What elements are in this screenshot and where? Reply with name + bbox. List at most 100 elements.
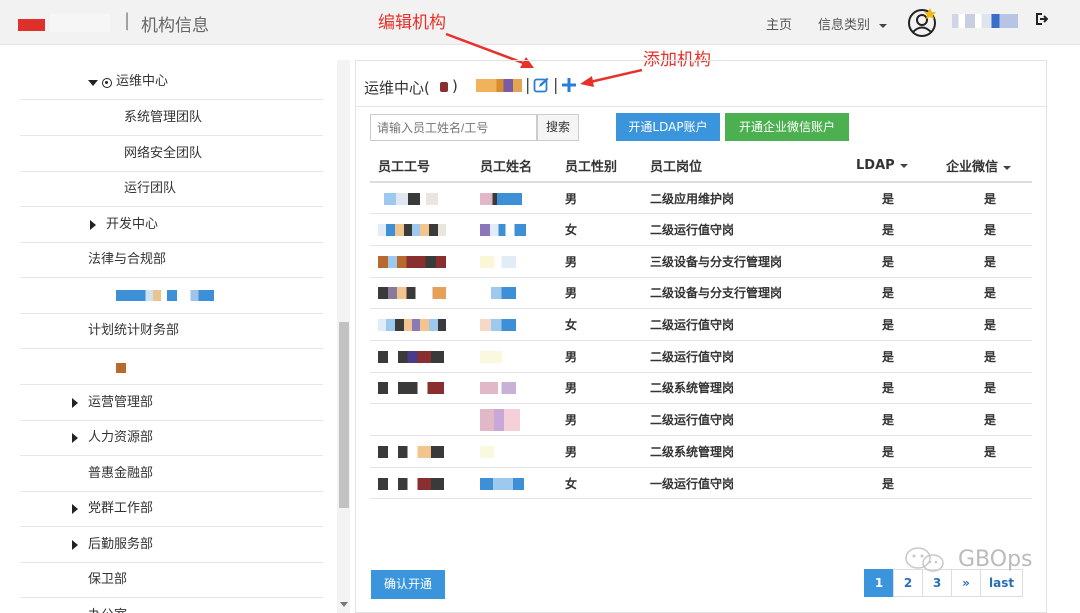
cell-sex: 男 bbox=[557, 435, 642, 468]
add-org-icon[interactable] bbox=[561, 77, 577, 93]
cell-post: 二级应用维护岗 bbox=[642, 182, 842, 215]
employee-table: 员工工号 员工姓名 员工性别 员工岗位 LDAP 企业微信 男 二级应用维护岗 … bbox=[370, 150, 1032, 500]
caret-right-icon[interactable] bbox=[72, 433, 78, 443]
cell-post: 二级系统管理岗 bbox=[642, 435, 842, 468]
edit-org-icon[interactable] bbox=[533, 77, 549, 93]
col-ldap-label: LDAP bbox=[856, 158, 895, 173]
user-avatar-icon[interactable] bbox=[906, 6, 938, 38]
watermark-text: GBOps bbox=[958, 547, 1033, 572]
masked-dept-name bbox=[116, 290, 214, 301]
cell-sex: 男 bbox=[557, 182, 642, 215]
cell-ldap: 是 bbox=[842, 340, 932, 373]
caret-right-icon[interactable] bbox=[72, 398, 78, 408]
sidebar-scroll-thumb[interactable] bbox=[339, 322, 349, 508]
brand-logo[interactable] bbox=[18, 19, 45, 31]
cell-wechat: 是 bbox=[932, 213, 1032, 246]
col-wechat-sort[interactable]: 企业微信 bbox=[932, 150, 1032, 183]
masked-employee-id bbox=[378, 255, 446, 268]
nav-info-label: 信息类别 bbox=[818, 18, 871, 33]
confirm-open-button[interactable]: 确认开通 bbox=[371, 570, 445, 599]
open-ldap-account-button[interactable]: 开通LDAP账户 bbox=[616, 113, 720, 141]
title-divider: | bbox=[124, 10, 131, 31]
sidebar-item-finance[interactable]: 计划统计财务部 bbox=[20, 313, 323, 349]
cell-post: 二级系统管理岗 bbox=[642, 372, 842, 405]
nav-home-link[interactable]: 主页 bbox=[766, 14, 792, 33]
caret-down-icon[interactable] bbox=[88, 80, 98, 86]
cell-wechat: 是 bbox=[932, 403, 1032, 436]
table-row[interactable]: 男 二级系统管理岗 是 是 bbox=[370, 372, 1032, 405]
sidebar-item-hr[interactable]: 人力资源部 bbox=[20, 420, 323, 456]
page-title: 机构信息 bbox=[141, 16, 209, 36]
masked-dept-name bbox=[116, 363, 126, 373]
masked-employee-id bbox=[378, 350, 444, 363]
table-row[interactable]: 男 二级运行值守岗 是 是 bbox=[370, 340, 1032, 373]
caret-right-icon[interactable] bbox=[90, 220, 96, 230]
logout-icon[interactable] bbox=[1034, 12, 1048, 26]
table-row[interactable]: 男 二级设备与分支行管理岗 是 是 bbox=[370, 277, 1032, 310]
table-header-row: 员工工号 员工姓名 员工性别 员工岗位 LDAP 企业微信 bbox=[370, 150, 1032, 183]
sidebar-item-masked-2[interactable] bbox=[20, 349, 323, 385]
masked-employee-name bbox=[480, 408, 520, 431]
page-next-button[interactable]: » bbox=[951, 569, 981, 597]
table-row[interactable]: 女 二级运行值守岗 是 是 bbox=[370, 308, 1032, 341]
cell-post: 三级设备与分支行管理岗 bbox=[642, 245, 842, 278]
cell-wechat: 是 bbox=[932, 308, 1032, 341]
sidebar-item-label: 保卫部 bbox=[88, 572, 128, 587]
cell-wechat: 是 bbox=[932, 245, 1032, 278]
sidebar-item-masked[interactable] bbox=[20, 278, 323, 314]
sidebar-item-dev-center[interactable]: 开发中心 bbox=[20, 207, 323, 243]
cell-ldap: 是 bbox=[842, 277, 932, 310]
cell-ldap: 是 bbox=[842, 182, 932, 215]
table-row[interactable]: 男 二级应用维护岗 是 是 bbox=[370, 182, 1032, 215]
page-last-button[interactable]: last bbox=[980, 569, 1024, 597]
sidebar-item-inclusive-finance[interactable]: 普惠金融部 bbox=[20, 456, 323, 492]
sidebar-item-legal[interactable]: 法律与合规部 bbox=[20, 242, 323, 278]
cell-sex: 女 bbox=[557, 213, 642, 246]
col-ldap-sort[interactable]: LDAP bbox=[842, 150, 932, 183]
sidebar-item-security[interactable]: 保卫部 bbox=[20, 562, 323, 598]
sidebar-item-label: 运维中心 bbox=[116, 74, 169, 89]
col-employee-sex: 员工性别 bbox=[557, 150, 642, 183]
sidebar-item-ops-mgmt[interactable]: 运营管理部 bbox=[20, 385, 323, 421]
masked-employee-name bbox=[480, 255, 516, 268]
cell-sex: 男 bbox=[557, 245, 642, 278]
cell-sex: 女 bbox=[557, 308, 642, 341]
open-wechat-account-button[interactable]: 开通企业微信账户 bbox=[725, 113, 849, 141]
cell-ldap: 是 bbox=[842, 403, 932, 436]
username-mask bbox=[952, 14, 1018, 28]
table-row[interactable]: 男 二级运行值守岗 是 是 bbox=[370, 403, 1032, 436]
search-button[interactable]: 搜索 bbox=[537, 114, 579, 141]
panel-header: 运维中心( ) | | bbox=[356, 61, 1046, 107]
masked-employee-id bbox=[378, 224, 446, 237]
cell-ldap: 是 bbox=[842, 213, 932, 246]
sidebar-item-logistics[interactable]: 后勤服务部 bbox=[20, 527, 323, 563]
masked-org-code bbox=[440, 82, 448, 92]
caret-right-icon[interactable] bbox=[72, 504, 78, 514]
col-employee-post: 员工岗位 bbox=[642, 150, 842, 183]
sidebar-item-sys-mgmt-team[interactable]: 系统管理团队 bbox=[20, 100, 323, 136]
sidebar-item-label: 法律与合规部 bbox=[88, 252, 167, 267]
nav-info-category-dropdown[interactable]: 信息类别 bbox=[818, 14, 888, 33]
cell-ldap: 是 bbox=[842, 245, 932, 278]
sidebar-item-party-work[interactable]: 党群工作部 bbox=[20, 491, 323, 527]
sidebar-item-ops-center[interactable]: 运维中心 bbox=[20, 64, 323, 100]
scroll-down-arrow-icon[interactable] bbox=[340, 602, 348, 607]
table-row[interactable]: 女 二级运行值守岗 是 是 bbox=[370, 213, 1032, 246]
selected-radio-icon bbox=[102, 78, 112, 88]
page-1-button[interactable]: 1 bbox=[864, 569, 894, 597]
cell-wechat: 是 bbox=[932, 372, 1032, 405]
masked-employee-id bbox=[378, 192, 438, 205]
caret-right-icon[interactable] bbox=[72, 540, 78, 550]
masked-employee-name bbox=[480, 382, 516, 395]
cell-sex: 女 bbox=[557, 467, 642, 500]
sidebar-item-office[interactable]: 办公室 bbox=[20, 598, 323, 613]
table-row[interactable]: 女 一级运行值守岗 是 bbox=[370, 467, 1032, 500]
table-row[interactable]: 男 三级设备与分支行管理岗 是 是 bbox=[370, 245, 1032, 278]
sidebar-item-label: 后勤服务部 bbox=[88, 537, 154, 552]
sidebar-item-label: 普惠金融部 bbox=[88, 466, 154, 481]
table-row[interactable]: 男 二级系统管理岗 是 是 bbox=[370, 435, 1032, 468]
employee-search-input[interactable] bbox=[370, 114, 537, 141]
sidebar-item-ops-team[interactable]: 运行团队 bbox=[20, 171, 323, 207]
sidebar-item-netsec-team[interactable]: 网络安全团队 bbox=[20, 136, 323, 172]
sidebar-item-label: 网络安全团队 bbox=[124, 146, 203, 161]
